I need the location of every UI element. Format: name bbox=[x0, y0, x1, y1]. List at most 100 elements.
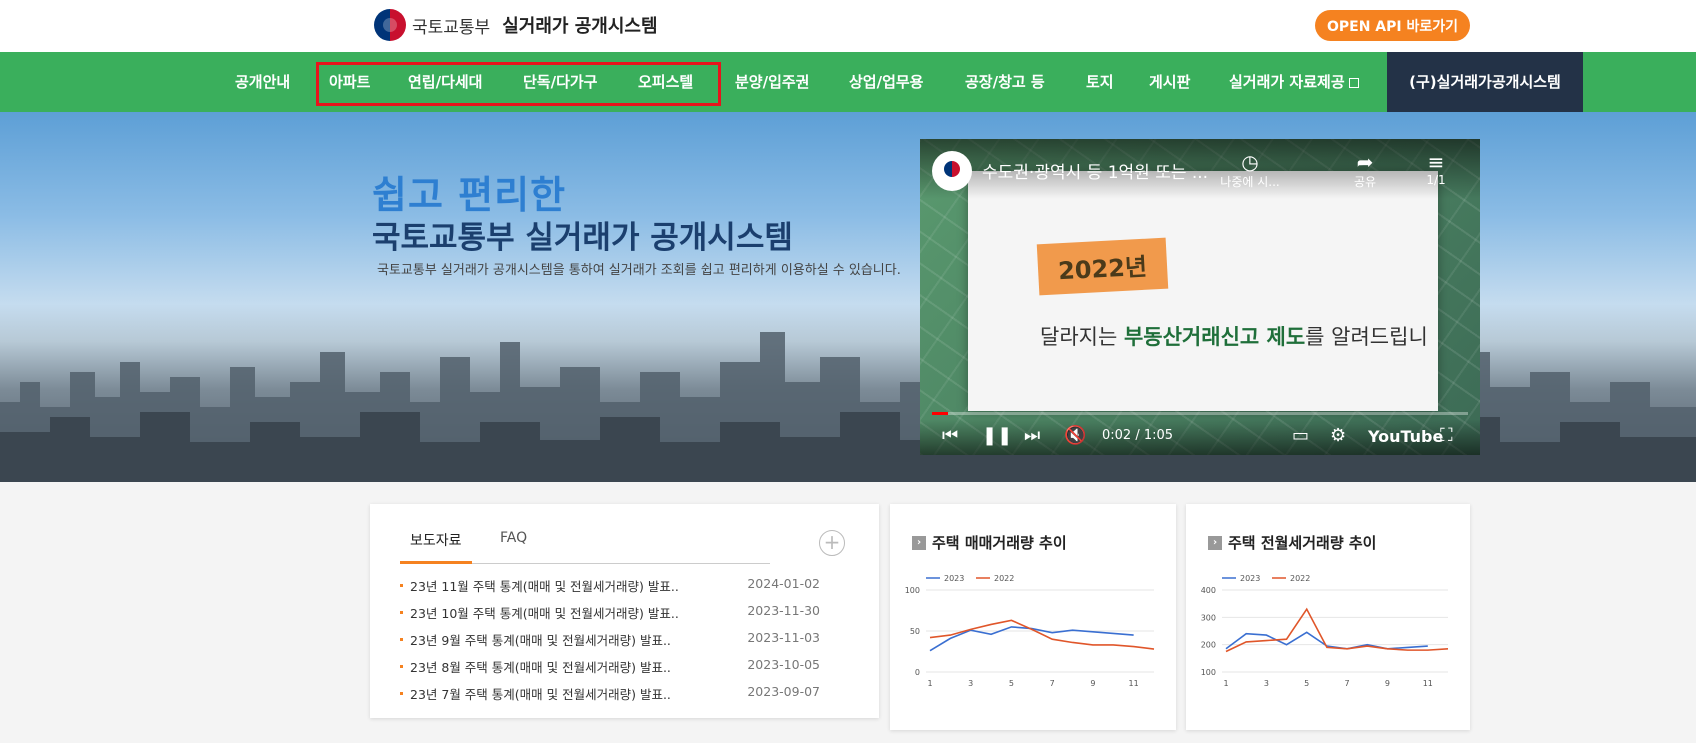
share-icon: ➦ bbox=[1356, 150, 1374, 174]
rent-volume-chart-panel: › 주택 전월세거래량 추이 2023 2022 100 200 300 400 1 3 5 7 9 1… bbox=[1186, 504, 1470, 730]
press-date: 2023-10-05 bbox=[747, 657, 820, 672]
pause-icon[interactable]: ❚❚ bbox=[982, 425, 1012, 446]
legend-label: 2022 bbox=[994, 574, 1014, 583]
chart-title-text: 주택 전월세거래량 추이 bbox=[1228, 534, 1377, 552]
press-release-panel: 보도자료 FAQ + 23년 11월 주택 통계(매매 및 전월세거래량) 발표… bbox=[370, 504, 879, 718]
y-tick-label: 200 bbox=[1201, 641, 1216, 650]
x-tick-label: 3 bbox=[968, 679, 973, 688]
nav-item-land[interactable]: 토지 bbox=[1086, 52, 1114, 112]
rent-volume-chart: 2023 2022 100 200 300 400 1 3 5 7 9 11 bbox=[1201, 574, 1449, 688]
chart-title[interactable]: › 주택 매매거래량 추이 bbox=[912, 532, 1067, 553]
x-tick-label: 7 bbox=[1345, 679, 1350, 688]
nav-item-data-provision[interactable]: 실거래가 자료제공 bbox=[1229, 52, 1359, 112]
nav-item-officetel[interactable]: 오피스텔 bbox=[638, 52, 693, 112]
nav-item-row-house[interactable]: 연립/다세대 bbox=[408, 52, 482, 112]
x-tick-label: 3 bbox=[1264, 679, 1269, 688]
channel-avatar-icon[interactable] bbox=[932, 151, 972, 191]
legend-label: 2022 bbox=[1290, 574, 1310, 583]
press-title: 23년 9월 주택 통계(매매 및 전월세거래량) 발표.. bbox=[410, 633, 671, 648]
list-item[interactable]: 23년 11월 주택 통계(매매 및 전월세거래량) 발표.. 2024-01-0… bbox=[400, 576, 820, 603]
x-tick-label: 5 bbox=[1009, 679, 1014, 688]
hero-headline: 쉽고 편리한 bbox=[372, 173, 567, 217]
series-line-2023 bbox=[929, 626, 1134, 652]
list-item[interactable]: 23년 10월 주택 통계(매매 및 전월세거래량) 발표.. 2023-11-3… bbox=[400, 603, 820, 630]
previous-icon[interactable]: ⏮ bbox=[942, 425, 958, 446]
nav-item-board[interactable]: 게시판 bbox=[1149, 52, 1190, 112]
list-item[interactable]: 23년 7월 주택 통계(매매 및 전월세거래량) 발표.. 2023-09-07 bbox=[400, 684, 820, 711]
press-title: 23년 8월 주택 통계(매매 및 전월세거래량) 발표.. bbox=[410, 660, 671, 675]
video-text-pre: 달라지는 bbox=[1040, 325, 1124, 349]
nav-item-presale[interactable]: 분양/입주권 bbox=[735, 52, 809, 112]
legend-label: 2023 bbox=[944, 574, 964, 583]
fullscreen-icon[interactable]: ⛶ bbox=[1440, 425, 1453, 446]
nav-item-factory[interactable]: 공장/창고 등 bbox=[965, 52, 1045, 112]
playlist-icon: ≡ bbox=[1427, 150, 1445, 174]
x-tick-label: 9 bbox=[1385, 679, 1390, 688]
playlist-count: 1/1 bbox=[1426, 173, 1446, 187]
video-text-bold: 부동산거래신고 제도 bbox=[1123, 325, 1306, 349]
top-bar: 국토교통부 실거래가 공개시스템 OPEN API 바로가기 bbox=[0, 0, 1696, 52]
site-logo[interactable]: 국토교통부 실거래가 공개시스템 bbox=[374, 8, 658, 42]
video-progress-bar[interactable] bbox=[932, 412, 1468, 415]
y-tick-label: 100 bbox=[905, 586, 920, 595]
open-api-button[interactable]: OPEN API 바로가기 bbox=[1315, 10, 1470, 41]
chart-title-text: 주택 매매거래량 추이 bbox=[932, 534, 1067, 552]
more-plus-icon[interactable]: + bbox=[819, 530, 845, 556]
share-label: 공유 bbox=[1353, 175, 1377, 189]
hero-description: 국토교통부 실거래가 공개시스템을 통하여 실거래가 조회를 쉽고 편리하게 이… bbox=[377, 263, 901, 278]
tab-faq[interactable]: FAQ bbox=[500, 530, 527, 564]
share-button[interactable]: ➦ 공유 bbox=[1335, 151, 1395, 190]
tab-press-release[interactable]: 보도자료 bbox=[400, 530, 472, 564]
y-tick-label: 400 bbox=[1201, 586, 1216, 595]
logo-system-name: 실거래가 공개시스템 bbox=[502, 16, 658, 37]
nav-item-data-provision-label: 실거래가 자료제공 bbox=[1229, 73, 1345, 91]
video-text-post: 를 알려드립니 bbox=[1305, 325, 1428, 349]
video-year-tag: 2022년 bbox=[1036, 237, 1169, 296]
x-tick-label: 9 bbox=[1090, 679, 1095, 688]
y-tick-label: 300 bbox=[1201, 613, 1216, 622]
press-tabs: 보도자료 FAQ bbox=[400, 530, 770, 564]
press-title: 23년 10월 주택 통계(매매 및 전월세거래량) 발표.. bbox=[410, 606, 679, 621]
nav-item-detached-house[interactable]: 단독/다가구 bbox=[523, 52, 597, 112]
video-slide-card: 2022년 달라지는 부동산거래신고 제도를 알려드립니 bbox=[968, 171, 1438, 411]
next-icon[interactable]: ⏭ bbox=[1024, 425, 1040, 446]
watch-later-button[interactable]: ◷ 나중에 시... bbox=[1220, 151, 1280, 190]
x-tick-label: 11 bbox=[1423, 679, 1433, 688]
press-date: 2024-01-02 bbox=[747, 576, 820, 591]
press-list: 23년 11월 주택 통계(매매 및 전월세거래량) 발표.. 2024-01-0… bbox=[400, 576, 820, 711]
x-tick-label: 5 bbox=[1304, 679, 1309, 688]
press-title: 23년 11월 주택 통계(매매 및 전월세거래량) 발표.. bbox=[410, 579, 679, 594]
x-tick-label: 1 bbox=[1223, 679, 1228, 688]
video-progress-fill bbox=[932, 412, 949, 415]
legend-label: 2023 bbox=[1240, 574, 1260, 583]
x-tick-label: 7 bbox=[1050, 679, 1055, 688]
sales-volume-chart: 2023 2022 0 50 100 1 3 5 7 9 11 bbox=[905, 574, 1155, 688]
video-title[interactable]: 수도권·광역시 등 1억원 또는 ... bbox=[982, 158, 1208, 183]
nav-item-public-info[interactable]: 공개안내 bbox=[235, 52, 290, 112]
youtube-logo[interactable]: YouTube bbox=[1368, 427, 1443, 446]
press-date: 2023-09-07 bbox=[747, 684, 820, 699]
video-time: 0:02 / 1:05 bbox=[1102, 428, 1174, 443]
x-tick-label: 11 bbox=[1129, 679, 1139, 688]
chevron-right-icon: › bbox=[912, 535, 926, 550]
video-card-text: 달라지는 부동산거래신고 제도를 알려드립니 bbox=[1040, 321, 1428, 351]
sales-volume-chart-panel: › 주택 매매거래량 추이 2023 2022 0 50 100 1 3 5 7 9 11 bbox=[890, 504, 1176, 730]
settings-gear-icon[interactable]: ⚙ bbox=[1330, 425, 1346, 446]
mute-icon[interactable]: 🔇 bbox=[1064, 425, 1086, 446]
subtitles-icon[interactable]: ▭ bbox=[1292, 425, 1309, 446]
government-emblem-icon bbox=[374, 9, 406, 41]
old-system-link[interactable]: (구)실거래가공개시스템 bbox=[1387, 52, 1583, 112]
press-title: 23년 7월 주택 통계(매매 및 전월세거래량) 발표.. bbox=[410, 687, 671, 702]
nav-item-commercial[interactable]: 상업/업무용 bbox=[849, 52, 923, 112]
playlist-button[interactable]: ≡ 1/1 bbox=[1406, 151, 1466, 187]
chart-title[interactable]: › 주택 전월세거래량 추이 bbox=[1208, 532, 1376, 553]
list-item[interactable]: 23년 8월 주택 통계(매매 및 전월세거래량) 발표.. 2023-10-05 bbox=[400, 657, 820, 684]
clock-icon: ◷ bbox=[1241, 150, 1259, 174]
list-item[interactable]: 23년 9월 주택 통계(매매 및 전월세거래량) 발표.. 2023-11-03 bbox=[400, 630, 820, 657]
nav-item-apartment[interactable]: 아파트 bbox=[329, 52, 370, 112]
x-tick-label: 1 bbox=[927, 679, 932, 688]
video-player[interactable]: 2022년 달라지는 부동산거래신고 제도를 알려드립니 수도권·광역시 등 1… bbox=[920, 139, 1480, 455]
hero-subheadline: 국토교통부 실거래가 공개시스템 bbox=[372, 220, 793, 256]
press-date: 2023-11-03 bbox=[747, 630, 820, 645]
main-nav: 공개안내 아파트 연립/다세대 단독/다가구 오피스텔 분양/입주권 상업/업무… bbox=[0, 52, 1696, 112]
